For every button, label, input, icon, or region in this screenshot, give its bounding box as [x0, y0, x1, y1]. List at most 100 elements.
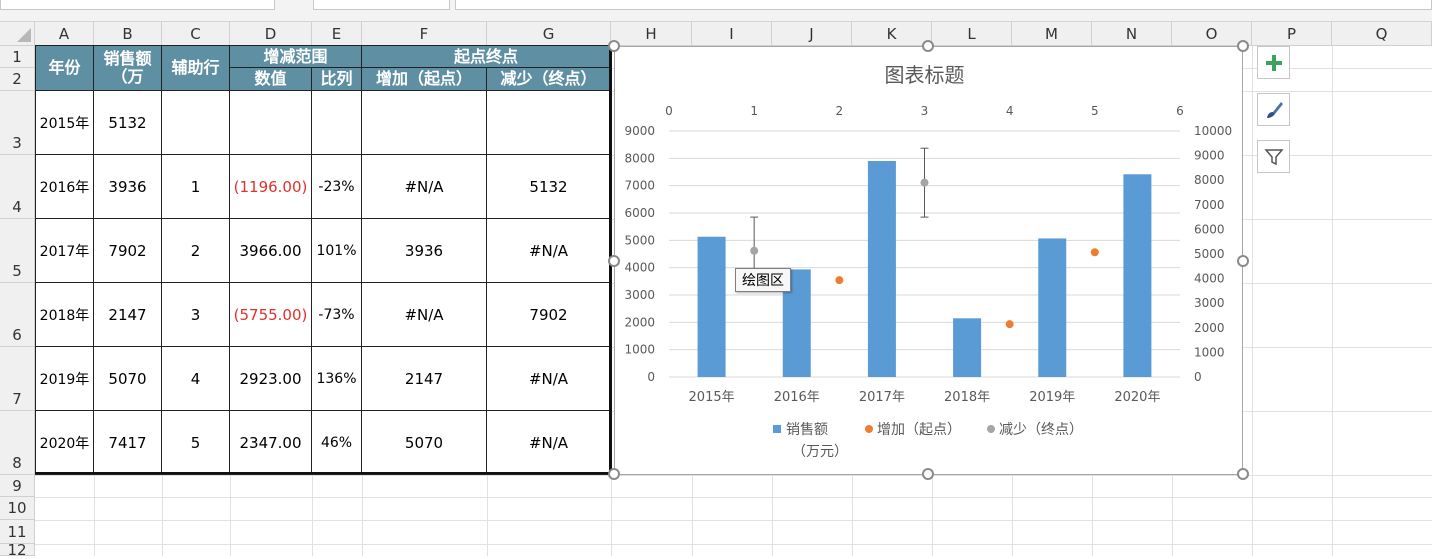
cell-dec[interactable] — [486, 90, 611, 155]
cell-ratio[interactable]: 136% — [311, 346, 362, 411]
combo-chart[interactable]: 图表标题900080007000600050004000300020001000… — [615, 47, 1244, 476]
cell-ratio[interactable]: 46% — [311, 410, 362, 475]
column-header-E[interactable]: E — [312, 22, 362, 46]
cell-helper[interactable]: 2 — [161, 218, 230, 283]
column-header-N[interactable]: N — [1092, 22, 1172, 46]
row-header-9[interactable]: 9 — [0, 475, 35, 497]
cell-inc[interactable] — [361, 90, 487, 155]
cell-year[interactable]: 2015年 — [35, 90, 94, 155]
column-header-H[interactable]: H — [611, 22, 692, 46]
column-header-C[interactable]: C — [162, 22, 230, 46]
header-startend[interactable]: 起点终点 — [361, 45, 611, 68]
cell-value[interactable]: 2923.00 — [229, 346, 312, 411]
cell-dec[interactable]: 5132 — [486, 154, 611, 219]
cell-inc[interactable]: #N/A — [361, 154, 487, 219]
row-header-12[interactable]: 12 — [0, 541, 35, 559]
cell-ratio[interactable] — [311, 90, 362, 155]
function-buttons[interactable] — [313, 0, 450, 10]
cell-sales[interactable]: 7902 — [93, 218, 162, 283]
cell-dec[interactable]: #N/A — [486, 410, 611, 475]
cell-year[interactable]: 2017年 — [35, 218, 94, 283]
column-header-D[interactable]: D — [230, 22, 312, 46]
column-header-M[interactable]: M — [1012, 22, 1092, 46]
cell-inc[interactable]: 2147 — [361, 346, 487, 411]
resize-handle-top-left[interactable] — [608, 40, 620, 52]
cell-inc[interactable]: 3936 — [361, 218, 487, 283]
cell-helper[interactable]: 3 — [161, 282, 230, 347]
cell-inc[interactable]: 5070 — [361, 410, 487, 475]
header-range[interactable]: 增减范围 — [229, 45, 362, 68]
cell-value[interactable]: 3966.00 — [229, 218, 312, 283]
cell-ratio[interactable]: -23% — [311, 154, 362, 219]
row-header-10[interactable]: 10 — [0, 497, 35, 520]
cell-ratio[interactable]: -73% — [311, 282, 362, 347]
chart-elements-button[interactable] — [1257, 46, 1290, 79]
select-all-corner[interactable] — [0, 22, 35, 46]
column-header-L[interactable]: L — [932, 22, 1012, 46]
column-header-B[interactable]: B — [94, 22, 162, 46]
formula-input[interactable] — [455, 0, 1432, 10]
header-ratio[interactable]: 比列 — [311, 67, 362, 91]
cell-year[interactable]: 2018年 — [35, 282, 94, 347]
chart-area[interactable]: 图表标题 9000 8000 7000 6000 5000 4000 3000 2000 1000… — [614, 46, 1243, 475]
grid-line — [35, 497, 1432, 498]
row-header-6[interactable]: 6 — [0, 283, 35, 347]
header-value[interactable]: 数值 — [229, 67, 312, 91]
row-header-4[interactable]: 4 — [0, 155, 35, 219]
resize-handle-top-right[interactable] — [1237, 40, 1249, 52]
cell-year[interactable]: 2019年 — [35, 346, 94, 411]
resize-handle-bottom[interactable] — [922, 468, 934, 480]
resize-handle-right[interactable] — [1237, 255, 1249, 267]
chart-filters-button[interactable] — [1257, 140, 1290, 173]
header-increase[interactable]: 增加（起点） — [361, 67, 487, 91]
row-header-1[interactable]: 1 — [0, 46, 35, 68]
header-sales[interactable]: 销售额（万 — [93, 45, 162, 91]
cell-sales[interactable]: 3936 — [93, 154, 162, 219]
cell-sales[interactable]: 5070 — [93, 346, 162, 411]
cell-dec[interactable]: #N/A — [486, 218, 611, 283]
legend-label-sales: 销售额 — [786, 422, 828, 438]
resize-handle-bottom-right[interactable] — [1237, 468, 1249, 480]
cell-sales[interactable]: 7417 — [93, 410, 162, 475]
row-header-8[interactable]: 8 — [0, 411, 35, 475]
cell-dec[interactable]: #N/A — [486, 346, 611, 411]
top-axis-tick: 0 — [665, 104, 673, 118]
header-year[interactable]: 年份 — [35, 45, 94, 91]
cell-inc[interactable]: #N/A — [361, 282, 487, 347]
increase-point — [1090, 248, 1099, 257]
chart-styles-button[interactable] — [1257, 93, 1290, 126]
column-header-A[interactable]: A — [35, 22, 94, 46]
cell-sales[interactable]: 5132 — [93, 90, 162, 155]
resize-handle-left[interactable] — [608, 255, 620, 267]
column-header-K[interactable]: K — [852, 22, 932, 46]
row-header-2[interactable]: 2 — [0, 68, 35, 91]
column-header-G[interactable]: G — [487, 22, 611, 46]
header-helper[interactable]: 辅助行 — [161, 45, 230, 91]
cell-dec[interactable]: 7902 — [486, 282, 611, 347]
name-box[interactable] — [0, 0, 275, 10]
cell-ratio[interactable]: 101% — [311, 218, 362, 283]
cell-sales[interactable]: 2147 — [93, 282, 162, 347]
cell-helper[interactable]: 5 — [161, 410, 230, 475]
column-header-F[interactable]: F — [362, 22, 487, 46]
cell-helper[interactable]: 1 — [161, 154, 230, 219]
cell-value[interactable]: (1196.00) — [229, 154, 312, 219]
column-header-P[interactable]: P — [1252, 22, 1332, 46]
legend-label-sales-unit: （万元） — [792, 444, 848, 460]
cell-value[interactable]: (5755.00) — [229, 282, 312, 347]
cell-value[interactable]: 2347.00 — [229, 410, 312, 475]
row-header-5[interactable]: 5 — [0, 219, 35, 283]
column-header-J[interactable]: J — [772, 22, 852, 46]
row-header-3[interactable]: 3 — [0, 91, 35, 155]
resize-handle-bottom-left[interactable] — [608, 468, 620, 480]
column-header-I[interactable]: I — [692, 22, 772, 46]
cell-value[interactable] — [229, 90, 312, 155]
cell-helper[interactable]: 4 — [161, 346, 230, 411]
header-decrease[interactable]: 减少（终点） — [486, 67, 611, 91]
cell-year[interactable]: 2016年 — [35, 154, 94, 219]
row-header-7[interactable]: 7 — [0, 347, 35, 411]
resize-handle-top[interactable] — [922, 40, 934, 52]
cell-helper[interactable] — [161, 90, 230, 155]
cell-year[interactable]: 2020年 — [35, 410, 94, 475]
column-header-Q[interactable]: Q — [1332, 22, 1432, 46]
